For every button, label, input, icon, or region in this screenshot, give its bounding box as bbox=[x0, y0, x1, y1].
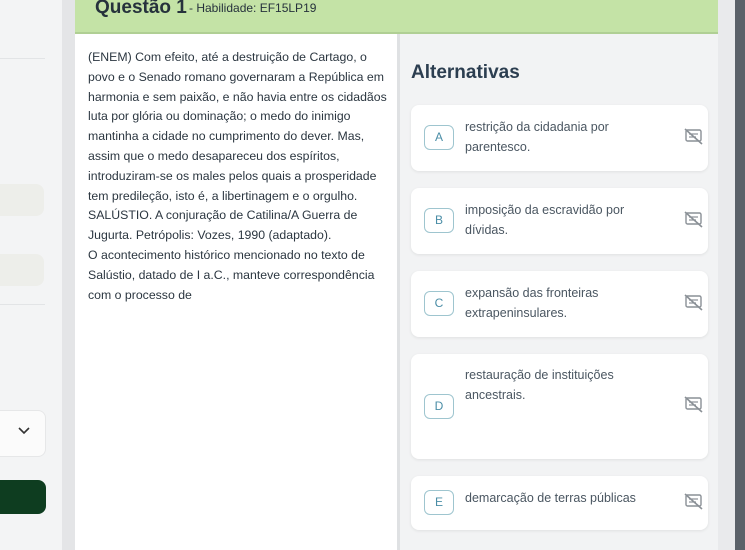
sidebar-divider bbox=[0, 58, 45, 59]
question-title: Questão 1 bbox=[95, 0, 187, 18]
chevron-down-icon bbox=[18, 427, 30, 435]
alternatives-title: Alternativas bbox=[411, 62, 520, 83]
question-source: SALÚSTIO. A conjuração de Catilina/A Gue… bbox=[88, 208, 358, 243]
alternative-b[interactable]: B imposição da escravidão por dívidas. bbox=[411, 188, 708, 254]
eye-off-icon[interactable] bbox=[684, 396, 704, 414]
alternative-text: imposição da escravidão por dívidas. bbox=[465, 203, 625, 237]
alternative-letter: D bbox=[424, 394, 454, 419]
alternative-letter: E bbox=[424, 490, 454, 515]
eye-off-icon[interactable] bbox=[684, 211, 704, 229]
sidebar-item[interactable] bbox=[0, 184, 44, 216]
question-prompt: O acontecimento histórico mencionado no … bbox=[88, 247, 375, 302]
question-text: (ENEM) Com efeito, até a destruição de C… bbox=[88, 48, 388, 305]
sidebar-button[interactable] bbox=[0, 480, 46, 514]
question-header: Questão 1 - Habilidade: EF15LP19 bbox=[75, 0, 718, 34]
eye-off-icon[interactable] bbox=[684, 294, 704, 312]
sidebar-divider bbox=[0, 304, 45, 305]
sidebar-item[interactable] bbox=[0, 254, 44, 286]
alternative-text: expansão das fronteiras extrapeninsulare… bbox=[465, 286, 599, 320]
eye-off-icon[interactable] bbox=[684, 493, 704, 511]
question-passage: (ENEM) Com efeito, até a destruição de C… bbox=[88, 50, 387, 203]
scrollbar[interactable] bbox=[735, 0, 745, 550]
right-edge bbox=[718, 0, 745, 550]
sidebar bbox=[0, 0, 62, 550]
question-card: Questão 1 - Habilidade: EF15LP19 (ENEM) … bbox=[75, 0, 718, 550]
alternative-c[interactable]: C expansão das fronteiras extrapeninsula… bbox=[411, 271, 708, 337]
question-skill: - Habilidade: EF15LP19 bbox=[189, 1, 317, 15]
alternatives-panel: Alternativas A restrição da cidadania po… bbox=[400, 34, 718, 550]
sidebar-select[interactable] bbox=[0, 410, 46, 457]
alternative-d[interactable]: D restauração de instituições ancestrais… bbox=[411, 354, 708, 459]
alternative-letter: C bbox=[424, 291, 454, 316]
alternative-letter: A bbox=[424, 125, 454, 150]
alternative-text: restrição da cidadania por parentesco. bbox=[465, 120, 609, 154]
eye-off-icon[interactable] bbox=[684, 128, 704, 146]
alternative-text: restauração de instituições ancestrais. bbox=[465, 368, 614, 402]
alternative-text: demarcação de terras públicas bbox=[465, 491, 636, 505]
alternative-letter: B bbox=[424, 208, 454, 233]
alternative-e[interactable]: E demarcação de terras públicas bbox=[411, 476, 708, 530]
alternative-a[interactable]: A restrição da cidadania por parentesco. bbox=[411, 105, 708, 171]
